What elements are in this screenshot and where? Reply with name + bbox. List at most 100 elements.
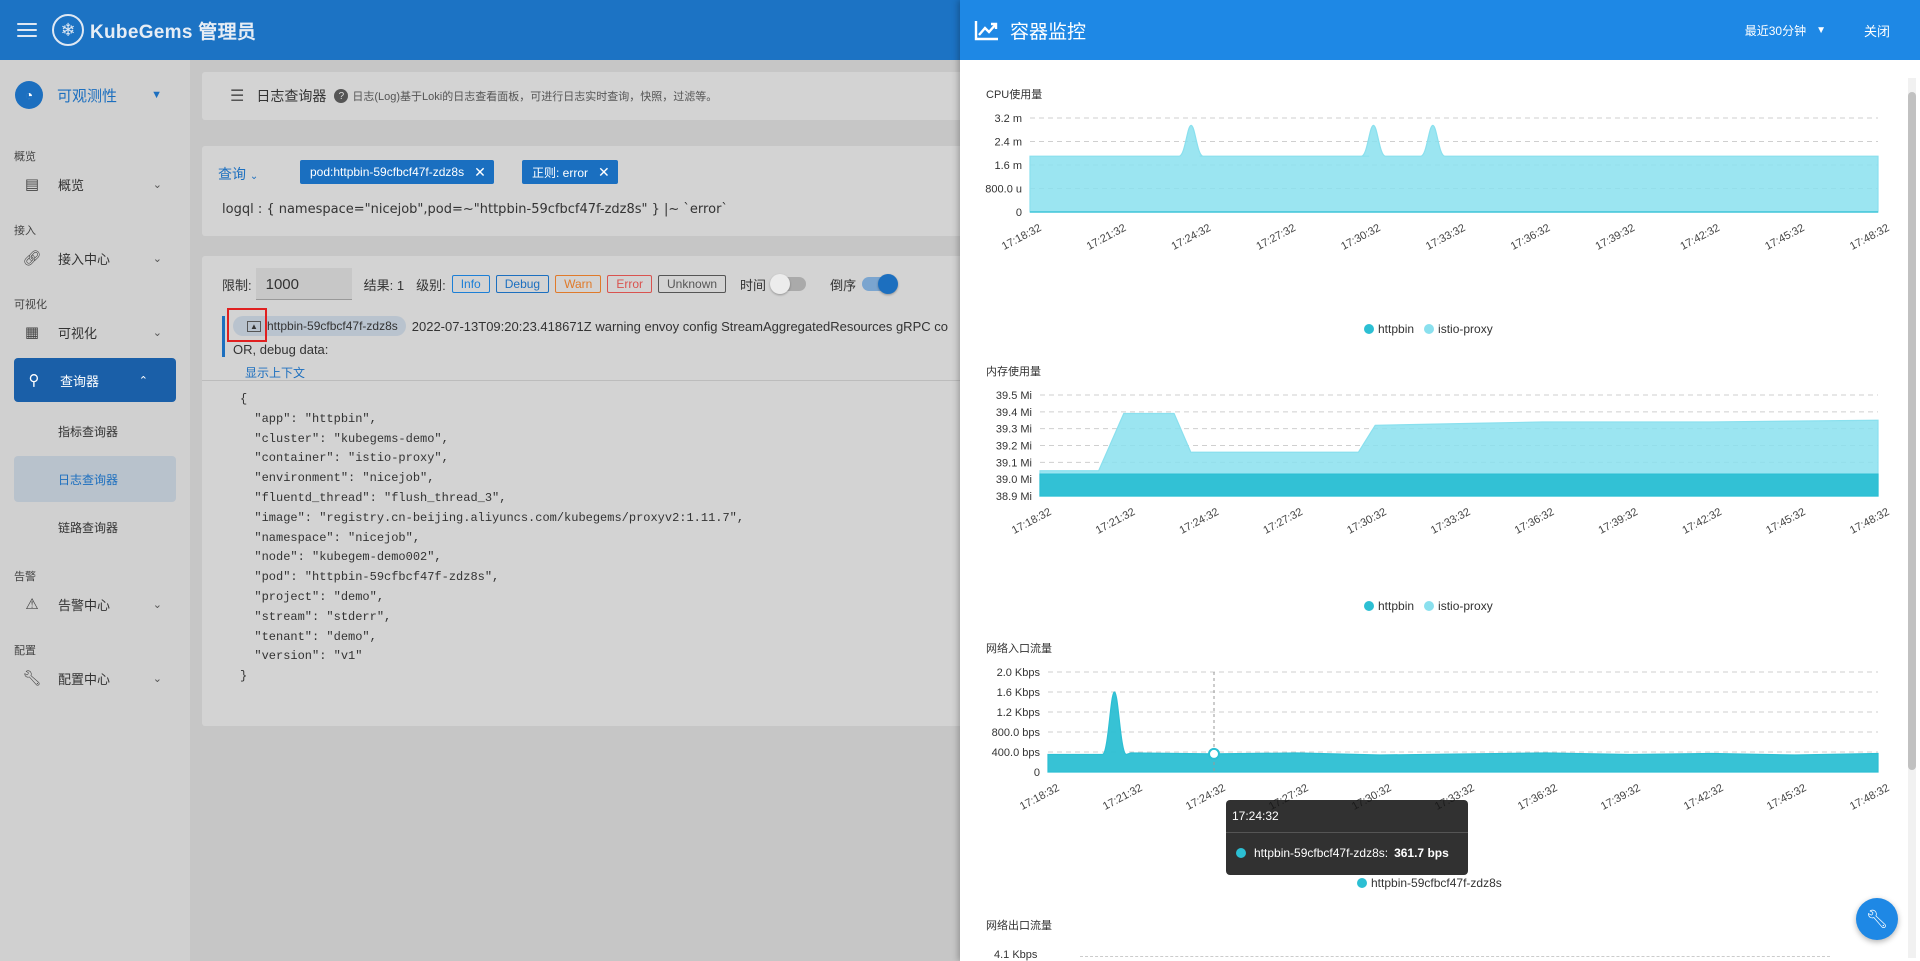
menu-icon[interactable] — [17, 23, 37, 37]
x-tick-label: 17:33:32 — [1424, 222, 1467, 253]
legend-dot — [1364, 601, 1374, 611]
chevron-down-icon: ⌄ — [152, 326, 162, 339]
search-icon: ⚲ — [28, 372, 40, 389]
help-icon[interactable]: ? — [334, 89, 349, 103]
sidebar-item-query[interactable]: ⚲ 查询器 ⌃ — [14, 358, 176, 402]
level-filter-debug[interactable]: Debug — [495, 275, 550, 293]
query-button[interactable]: 查询 ⌄ — [218, 164, 258, 184]
reverse-toggle[interactable] — [862, 274, 899, 294]
sidebar-sub-metrics[interactable]: 指标查询器 — [0, 408, 190, 454]
sidebar-item-config[interactable]: 🔧︎ 配置中心 ⌄ — [0, 658, 190, 698]
level-filter-error[interactable]: Error — [607, 275, 653, 293]
time-range-select[interactable]: 最近30分钟 ▼ — [1745, 22, 1826, 39]
wrench-icon: 🔧︎ — [1865, 908, 1889, 929]
sidebar-header-label: 可观测性 — [57, 87, 118, 105]
network-in-chart: 0 400.0 bps 800.0 bps 1.2 Kbps 1.6 Kbps 2.0 K… — [992, 667, 1892, 813]
overview-icon: ▤ — [24, 176, 40, 193]
chart-title-net-out: 网络出口流量 — [986, 920, 1052, 932]
panel-body: CPU使用量 0 800.0 u 1.6 m 2.4 m 3.2 m 17:18:32 17… — [960, 60, 1920, 961]
chevron-down-icon: ⌄ — [249, 171, 259, 182]
y-tick-label: 800.0 bps — [992, 727, 1041, 739]
x-tick-label: 17:39:32 — [1597, 506, 1640, 537]
legend-dot — [1424, 601, 1435, 611]
sidebar-sub-traces[interactable]: 链路查询器 — [0, 504, 190, 550]
tooltip-value: 361.7 bps — [1394, 846, 1449, 860]
query-card: 查询 ⌄ pod:httpbin-59cfbcf47f-zdz8s ✕ 正则: e… — [202, 146, 982, 236]
x-tick-label: 17:36:32 — [1509, 222, 1552, 253]
logql-expression: logql : { namespace="nicejob",pod=~"http… — [222, 202, 728, 217]
x-tick-label: 17:30:32 — [1345, 506, 1388, 537]
legend-pod[interactable]: httpbin-59cfbcf47f-zdz8s — [1357, 876, 1502, 890]
y-tick-label: 39.1 Mi — [996, 457, 1032, 469]
sidebar-item-label: 配置中心 — [58, 671, 111, 687]
top-bar: ❄ KubeGems 管理员 — [0, 0, 960, 60]
limit-label: 限制: — [222, 277, 252, 293]
sidebar-item-visualization[interactable]: ▦ 可视化 ⌄ — [0, 312, 190, 352]
chevron-down-icon: ⌄ — [152, 598, 162, 611]
panel-header: 容器监控 最近30分钟 ▼ 关闭 — [960, 0, 1920, 60]
chart-tooltip: 17:24:32 httpbin-59cfbcf47f-zdz8s: 361.7… — [1226, 800, 1468, 875]
dashboard-icon: ◔ — [15, 81, 43, 109]
sidebar-item-access[interactable]: 🔗︎ 接入中心 ⌄ — [0, 238, 190, 278]
show-context-link[interactable]: 显示上下文 — [245, 364, 305, 381]
memory-chart: 38.9 Mi 39.0 Mi 39.1 Mi 39.2 Mi 39.3 Mi 39.4 … — [996, 390, 1891, 537]
scrollbar-thumb[interactable] — [1908, 92, 1916, 770]
sidebar-item-overview[interactable]: ▤ 概览 ⌄ — [0, 164, 190, 204]
level-filter-warn[interactable]: Warn — [555, 275, 602, 293]
legend-httpbin[interactable]: httpbin — [1364, 599, 1414, 613]
y-tick-label: 1.6 Kbps — [997, 687, 1041, 699]
level-filters: Info Debug Warn Error Unknown — [446, 275, 727, 293]
link-icon: 🔗︎ — [22, 250, 42, 267]
sidebar-sub-logs[interactable]: 日志查询器 — [14, 456, 176, 502]
legend-dot — [1364, 324, 1374, 334]
y-tick-label: 39.5 Mi — [996, 390, 1032, 402]
log-message-cont: OR, debug data: — [233, 342, 329, 357]
divider — [202, 380, 982, 381]
level-label: 级别: — [416, 277, 446, 293]
cpu-chart: 0 800.0 u 1.6 m 2.4 m 3.2 m 17:18:32 17:21:32 1… — [985, 113, 1891, 253]
legend-label: httpbin — [1378, 322, 1415, 336]
chevron-down-icon: ⌄ — [152, 252, 162, 265]
close-button[interactable]: 关闭 — [1864, 21, 1890, 40]
x-tick-label: 17:48:32 — [1848, 222, 1891, 253]
x-tick-label: 17:42:32 — [1678, 222, 1721, 253]
y-tick-label: 0 — [1034, 767, 1040, 779]
x-tick-label: 17:48:32 — [1848, 506, 1891, 537]
level-filter-info[interactable]: Info — [451, 275, 490, 293]
x-tick-label: 17:39:32 — [1594, 222, 1637, 253]
y-tick-label: 1.2 Kbps — [997, 707, 1041, 719]
time-label: 时间 — [740, 277, 767, 293]
sidebar-item-alert[interactable]: ⚠ 告警中心 ⌄ — [0, 584, 190, 624]
x-tick-label: 17:48:32 — [1848, 782, 1891, 813]
panel-title: 容器监控 — [1010, 21, 1087, 43]
limit-input[interactable]: 1000 — [255, 268, 352, 300]
filter-chip-regex[interactable]: 正则: error ✕ — [522, 160, 618, 184]
close-icon[interactable]: ✕ — [474, 164, 486, 181]
legend-istio-proxy[interactable]: istio-proxy — [1424, 322, 1493, 336]
level-filter-unknown[interactable]: Unknown — [658, 275, 727, 293]
y-tick-label: 400.0 bps — [992, 747, 1041, 759]
sidebar-item-label: 可视化 — [58, 325, 98, 341]
y-tick-label: 38.9 Mi — [996, 491, 1032, 503]
time-toggle[interactable] — [770, 274, 807, 294]
series-area-istio-proxy — [1029, 124, 1879, 213]
time-range-value: 最近30分钟 — [1744, 23, 1807, 38]
legend-httpbin[interactable]: httpbin — [1364, 322, 1414, 336]
cpu-legend: httpbin istio-proxy — [1364, 322, 1503, 336]
tools-button[interactable]: 🔧︎ — [1856, 898, 1898, 940]
legend-istio-proxy[interactable]: istio-proxy — [1424, 599, 1493, 613]
legend-label: httpbin-59cfbcf47f-zdz8s — [1371, 876, 1502, 890]
y-tick-label: 1.6 m — [994, 160, 1022, 172]
y-tick-label: 39.4 Mi — [996, 407, 1032, 419]
chevron-down-icon: ⌄ — [152, 672, 162, 685]
close-icon[interactable]: ✕ — [598, 164, 610, 181]
legend-dot — [1357, 878, 1367, 888]
y-tick-label: 2.0 Kbps — [997, 667, 1041, 679]
chevron-up-icon: ⌃ — [138, 374, 148, 387]
filter-chip-pod[interactable]: pod:httpbin-59cfbcf47f-zdz8s ✕ — [300, 160, 494, 184]
query-button-label: 查询 — [218, 166, 246, 182]
sidebar-header[interactable]: ◔ 可观测性 ▼ — [0, 60, 190, 130]
chevron-down-icon: ▼ — [151, 89, 162, 101]
wrench-icon: 🔧︎ — [22, 670, 42, 687]
y-tick-label: 800.0 u — [985, 184, 1022, 196]
